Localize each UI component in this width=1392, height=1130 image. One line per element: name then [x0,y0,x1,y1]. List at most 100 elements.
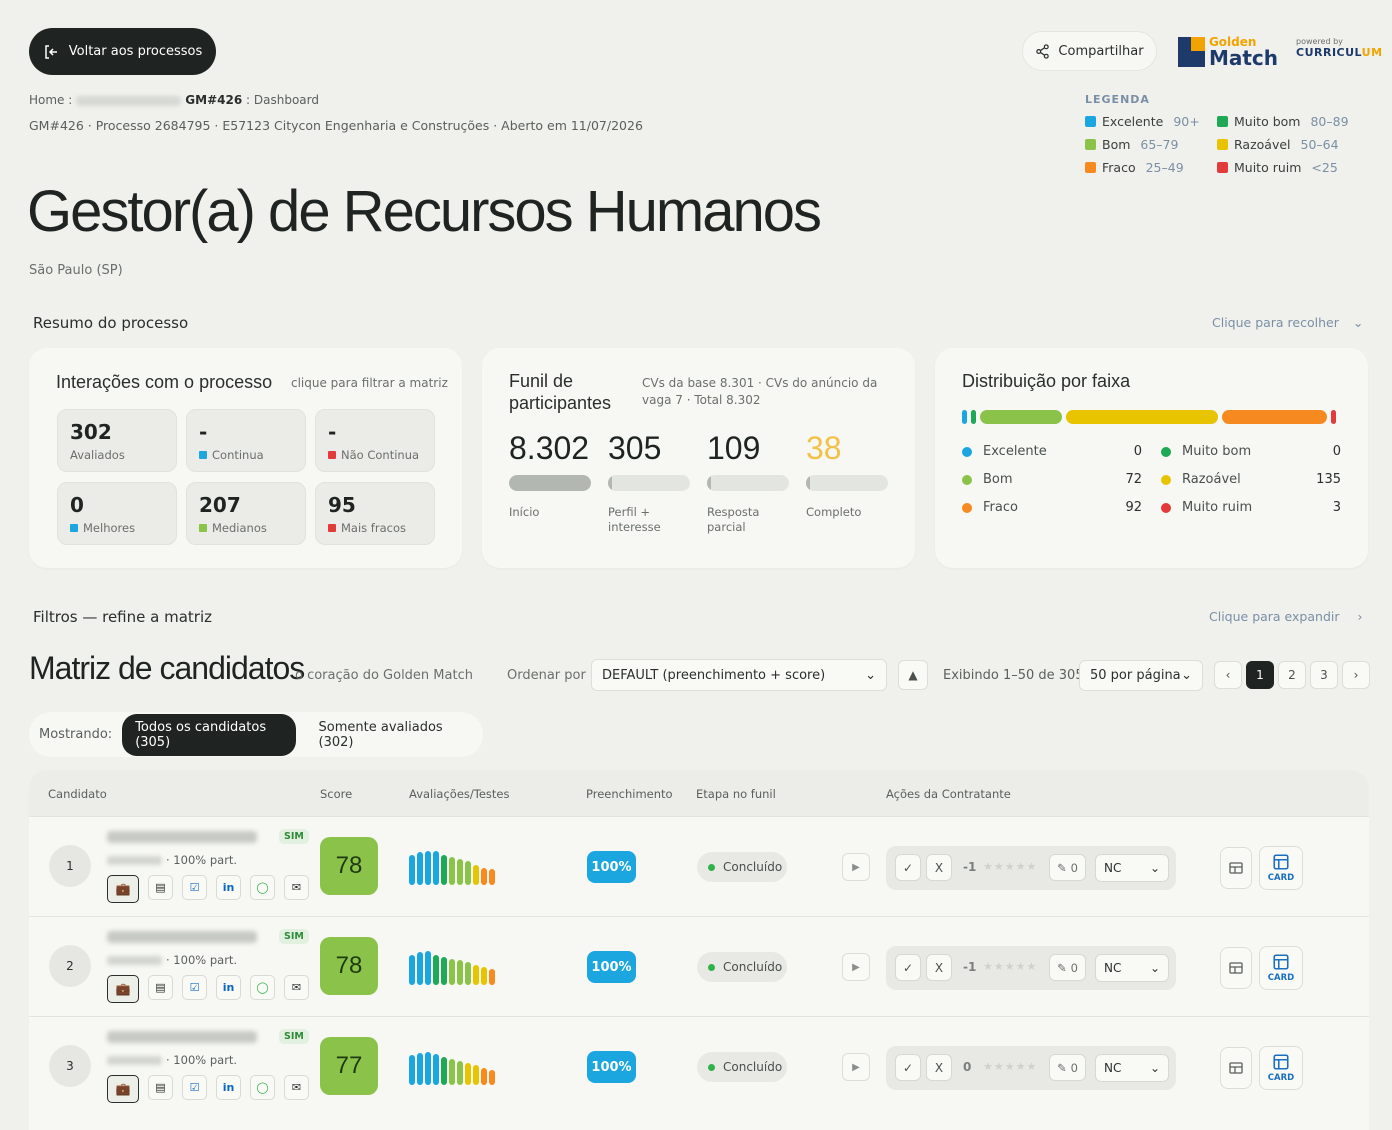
candidate-name-redacted[interactable] [107,831,257,843]
interaction-tile[interactable]: - Não Continua [315,409,435,472]
candidate-name-redacted[interactable] [107,931,257,943]
card-view-button[interactable]: CARD [1259,846,1303,890]
decision-select[interactable]: NC ⌄ [1095,954,1169,982]
test-score-bar [449,1059,455,1085]
mail-icon[interactable]: ✉ [284,1075,309,1100]
linkedin-icon[interactable]: in [216,875,241,900]
whatsapp-icon[interactable]: ◯ [250,875,275,900]
interaction-tile[interactable]: 302 Avaliados [57,409,177,472]
table-view-button[interactable] [1220,847,1252,889]
interaction-tile[interactable]: 207 Medianos [186,482,306,545]
matrix-title: Matriz de candidatos [29,650,305,686]
back-to-processes-button[interactable]: Voltar aos processos [29,28,216,75]
tile-label: Medianos [199,521,293,535]
table-view-button[interactable] [1220,947,1252,989]
linkedin-icon[interactable]: in [216,975,241,1000]
interaction-tile[interactable]: 95 Mais fracos [315,482,435,545]
expand-filters-link[interactable]: Clique para expandir › [1209,609,1362,624]
approve-check-icon[interactable]: ✓ [895,1054,921,1081]
tile-label-text: Continua [212,448,264,462]
test-score-bar [433,851,439,885]
test-score-bar [481,1068,487,1085]
table-view-button[interactable] [1220,1047,1252,1089]
document-icon[interactable]: ▤ [148,875,173,900]
test-score-bar [465,962,471,985]
clipboard-check-icon[interactable]: ☑ [182,875,207,900]
candidate-quick-actions: 💼 ▤ ☑ in ◯ ✉ [107,875,309,903]
clipboard-check-icon[interactable]: ☑ [182,1075,207,1100]
clipboard-check-icon[interactable]: ☑ [182,975,207,1000]
table-icon [1229,1062,1243,1074]
reject-x-icon[interactable]: X [926,854,952,881]
approve-check-icon[interactable]: ✓ [895,854,921,881]
per-page-select[interactable]: 50 por página ⌄ [1079,660,1203,691]
tile-color-dot [199,524,207,532]
mail-icon[interactable]: ✉ [284,875,309,900]
notes-button[interactable]: ✎ 0 [1049,854,1086,881]
card-view-button[interactable]: CARD [1259,1046,1303,1090]
whatsapp-icon[interactable]: ◯ [250,975,275,1000]
next-page-button[interactable]: › [1342,661,1370,689]
page-button[interactable]: 3 [1310,661,1338,689]
showing-range: Exibindo 1–50 de 305 [943,668,1084,683]
play-icon[interactable]: ▶ [842,953,870,981]
test-scores-bars [409,950,495,985]
briefcase-icon[interactable]: 💼 [107,875,139,903]
mail-icon[interactable]: ✉ [284,975,309,1000]
interaction-tile[interactable]: - Continua [186,409,306,472]
whatsapp-icon[interactable]: ◯ [250,1075,275,1100]
page-button[interactable]: 2 [1278,661,1306,689]
decision-select[interactable]: NC ⌄ [1095,854,1169,882]
breadcrumb-home[interactable]: Home : [29,93,72,107]
page-button[interactable]: 1 [1246,661,1274,689]
linkedin-icon[interactable]: in [216,1075,241,1100]
funnel-stage-label: Resposta parcial [707,505,760,534]
filter-all-candidates[interactable]: Todos os candidatos (305) [122,713,296,756]
approve-check-icon[interactable]: ✓ [895,954,921,981]
document-icon[interactable]: ▤ [148,975,173,1000]
legend-range: <25 [1311,160,1338,175]
share-button[interactable]: Compartilhar [1022,31,1157,71]
table-row: 1 SIM · 100% part. 💼 ▤ ☑ in ◯ ✉ 78 100% Concluído ▶ ✓… [29,816,1369,916]
play-icon[interactable]: ▶ [842,853,870,881]
notes-button[interactable]: ✎ 0 [1049,954,1086,981]
document-icon[interactable]: ▤ [148,1075,173,1100]
sort-direction-button[interactable]: ▲ [898,660,928,690]
candidate-name-redacted[interactable] [107,1031,257,1043]
show-filter-bar: Mostrando: Todos os candidatos (305) Som… [29,712,483,757]
star-rating[interactable]: ★★★★★ [983,1060,1037,1073]
test-score-bar [481,868,487,885]
legend-swatch [1085,139,1096,150]
funnel-stage-bar [509,475,591,491]
funnel-stage-pill: Concluído [697,952,787,982]
collapse-summary-link[interactable]: Clique para recolher ⌄ [1212,315,1363,330]
card-view-button[interactable]: CARD [1259,946,1303,990]
test-score-bar [441,855,447,885]
distribution-item: Bom 72 [962,472,1142,487]
prev-page-button[interactable]: ‹ [1214,661,1242,689]
play-icon[interactable]: ▶ [842,1053,870,1081]
distribution-dot [1161,474,1171,485]
legend-label: Razoável [1234,137,1291,152]
table-icon [1229,962,1243,974]
notes-button[interactable]: ✎ 0 [1049,1054,1086,1081]
interaction-tile[interactable]: 0 Melhores [57,482,177,545]
decision-select[interactable]: NC ⌄ [1095,1054,1169,1082]
test-score-bar [489,969,495,985]
reject-x-icon[interactable]: X [926,954,952,981]
distribution-label: Muito bom [1182,444,1252,459]
star-rating[interactable]: ★★★★★ [983,860,1037,873]
briefcase-icon[interactable]: 💼 [107,1075,139,1103]
score-legend: LEGENDA Excelente 90+ Muito bom 80–89 Bom 65–… [1085,93,1375,175]
order-select[interactable]: DEFAULT (preenchimento + score) ⌄ [591,659,887,691]
filter-evaluated-only[interactable]: Somente avaliados (302) [306,714,473,756]
reject-x-icon[interactable]: X [926,1054,952,1081]
star-rating[interactable]: ★★★★★ [983,960,1037,973]
legend-label: Muito ruim [1234,160,1302,175]
tile-label: Não Continua [328,448,422,462]
logo-match-text: Match [1208,46,1278,70]
sim-badge: SIM [279,929,309,944]
briefcase-icon[interactable]: 💼 [107,975,139,1003]
interactions-title: Interações com o processo [56,372,273,392]
tile-label-text: Avaliados [70,448,125,462]
